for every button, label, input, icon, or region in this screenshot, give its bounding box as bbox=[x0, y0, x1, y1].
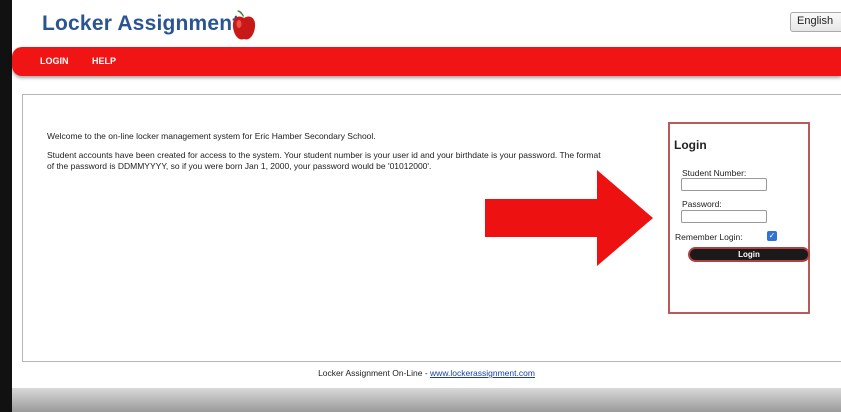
student-number-input[interactable] bbox=[681, 178, 767, 191]
password-label: Password: bbox=[682, 199, 722, 209]
welcome-instructions: Student accounts have been created for a… bbox=[47, 150, 601, 171]
bottom-shade bbox=[12, 388, 841, 412]
footer: Locker Assignment On-Line - www.lockeras… bbox=[12, 368, 841, 378]
footer-link[interactable]: www.lockerassignment.com bbox=[430, 368, 535, 378]
apple-icon bbox=[232, 10, 256, 40]
main-nav: LOGIN HELP bbox=[12, 47, 841, 76]
content-box: Welcome to the on-line locker management… bbox=[22, 94, 841, 362]
login-button[interactable]: Login bbox=[688, 247, 810, 262]
nav-help[interactable]: HELP bbox=[92, 56, 116, 66]
window-edge bbox=[0, 0, 12, 412]
language-select[interactable]: English bbox=[790, 12, 841, 32]
login-title: Login bbox=[674, 138, 707, 152]
page: Locker Assignment English LOGIN HELP Wel… bbox=[12, 0, 841, 412]
site-title: Locker Assignment bbox=[42, 12, 240, 35]
remember-login-label: Remember Login: bbox=[675, 232, 743, 242]
welcome-intro: Welcome to the on-line locker management… bbox=[47, 131, 376, 141]
remember-login-checkbox[interactable]: ✓ bbox=[767, 231, 777, 241]
header: Locker Assignment English bbox=[12, 0, 841, 46]
login-panel: Login Student Number: Password: Remember… bbox=[668, 122, 810, 314]
nav-login[interactable]: LOGIN bbox=[40, 56, 69, 66]
password-input[interactable] bbox=[681, 210, 767, 223]
red-arrow-icon bbox=[485, 170, 653, 266]
student-number-label: Student Number: bbox=[682, 168, 747, 178]
footer-text: Locker Assignment On-Line - bbox=[318, 368, 431, 378]
